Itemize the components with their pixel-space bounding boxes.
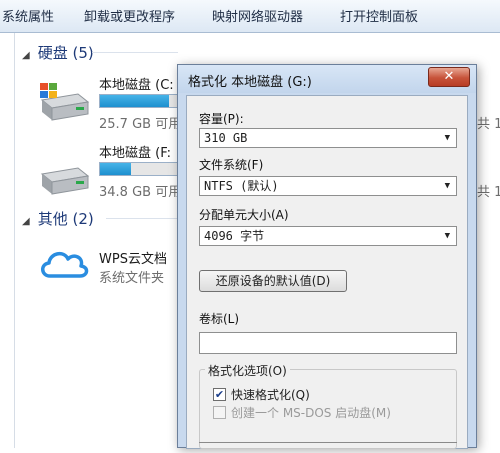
capacity-label: 容量(P): <box>199 112 244 126</box>
drive-f-usage-fill <box>100 163 132 175</box>
capacity-value: 310 GB <box>204 131 248 145</box>
volume-label-input[interactable] <box>199 332 457 354</box>
wps-cloud-docs-name: WPS云文档 <box>99 252 167 267</box>
alloc-unit-select[interactable]: 4096 字节 ▼ <box>199 226 457 246</box>
dropdown-arrow-icon: ▼ <box>444 231 450 241</box>
navigation-pane-edge <box>0 33 15 448</box>
drive-f-name: 本地磁盘 (F: <box>99 146 172 161</box>
group-hard-disks[interactable]: ◢ 硬盘 (5) <box>22 42 94 63</box>
dropdown-arrow-icon: ▼ <box>444 181 450 191</box>
collapse-triangle-icon[interactable]: ◢ <box>22 216 30 227</box>
dialog-client-area: 容量(P): 310 GB ▼ 文件系统(F) NTFS (默认) ▼ 分配单元… <box>186 95 468 449</box>
group-other[interactable]: ◢ 其他 (2) <box>22 208 94 229</box>
alloc-unit-value: 4096 字节 <box>204 229 265 243</box>
group-divider <box>92 52 178 53</box>
dialog-title: 格式化 本地磁盘 (G:) <box>188 75 312 90</box>
quick-format-label: 快速格式化(Q) <box>231 388 310 402</box>
drive-f-usage-bar <box>99 162 179 176</box>
filesystem-select[interactable]: NTFS (默认) ▼ <box>199 176 457 196</box>
drive-c-name: 本地磁盘 (C: <box>99 78 174 93</box>
drive-c-total-fragment: 共 15 <box>477 117 500 132</box>
group-other-label: 其他 (2) <box>37 210 94 228</box>
toolbar-map-network-drive[interactable]: 映射网络驱动器 <box>212 6 303 25</box>
drive-c-usage-bar <box>99 94 179 108</box>
toolbar-open-control-panel[interactable]: 打开控制面板 <box>340 6 418 25</box>
restore-defaults-button[interactable]: 还原设备的默认值(D) <box>199 270 347 292</box>
filesystem-label: 文件系统(F) <box>199 158 264 172</box>
windows-logo-icon <box>40 83 57 98</box>
dialog-titlebar[interactable]: 格式化 本地磁盘 (G:) ✕ <box>178 65 476 93</box>
drive-c-free-space: 25.7 GB 可用 <box>99 117 182 132</box>
format-dialog: 格式化 本地磁盘 (G:) ✕ 容量(P): 310 GB ▼ 文件系统(F) … <box>177 64 477 449</box>
quick-format-checkbox[interactable]: ✔ <box>213 388 226 401</box>
msdos-boot-checkbox[interactable] <box>213 406 226 419</box>
collapse-triangle-icon[interactable]: ◢ <box>22 50 30 61</box>
hard-drive-icon <box>40 167 90 195</box>
drive-f-free-space: 34.8 GB 可用 <box>99 185 182 200</box>
close-icon: ✕ <box>443 69 455 84</box>
drive-f-total-fragment: 共 15 <box>477 185 500 200</box>
dropdown-arrow-icon: ▼ <box>444 133 450 143</box>
capacity-select[interactable]: 310 GB ▼ <box>199 128 457 148</box>
filesystem-value: NTFS (默认) <box>204 179 279 193</box>
wps-cloud-docs-type: 系统文件夹 <box>99 271 165 286</box>
group-divider <box>106 218 178 219</box>
toolbar-system-properties[interactable]: 系统属性 <box>2 6 54 25</box>
drive-c-usage-fill <box>100 95 169 107</box>
volume-label-label: 卷标(L) <box>199 312 240 326</box>
alloc-unit-label: 分配单元大小(A) <box>199 208 289 222</box>
format-options-title: 格式化选项(O) <box>205 362 290 379</box>
msdos-boot-label: 创建一个 MS-DOS 启动盘(M) <box>231 406 391 420</box>
explorer-toolbar: 系统属性 卸载或更改程序 映射网络驱动器 打开控制面板 <box>0 0 500 33</box>
close-button[interactable]: ✕ <box>428 67 470 87</box>
group-hard-disks-label: 硬盘 (5) <box>37 44 94 62</box>
cloud-icon <box>41 251 89 278</box>
toolbar-uninstall-program[interactable]: 卸载或更改程序 <box>84 6 175 25</box>
checkmark-icon: ✔ <box>214 388 225 401</box>
